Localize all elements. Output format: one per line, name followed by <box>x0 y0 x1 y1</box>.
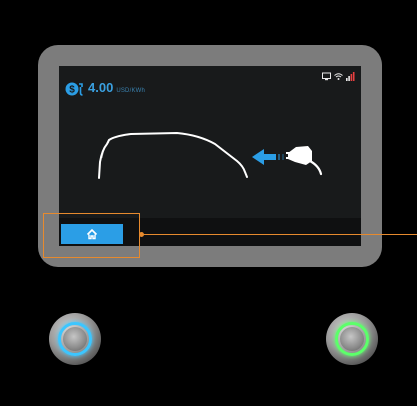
arrow-left-icon <box>252 149 284 165</box>
left-hardware-button[interactable] <box>49 313 101 365</box>
right-hardware-button[interactable] <box>326 313 378 365</box>
callout-line <box>140 234 417 235</box>
home-button-highlight <box>43 213 140 258</box>
charger-panel: $ 4.00 USD/KWh <box>0 0 417 406</box>
right-button-cap <box>340 327 364 351</box>
left-button-cap <box>63 327 87 351</box>
charging-plug-icon <box>286 146 323 176</box>
car-outline-icon <box>98 132 248 179</box>
